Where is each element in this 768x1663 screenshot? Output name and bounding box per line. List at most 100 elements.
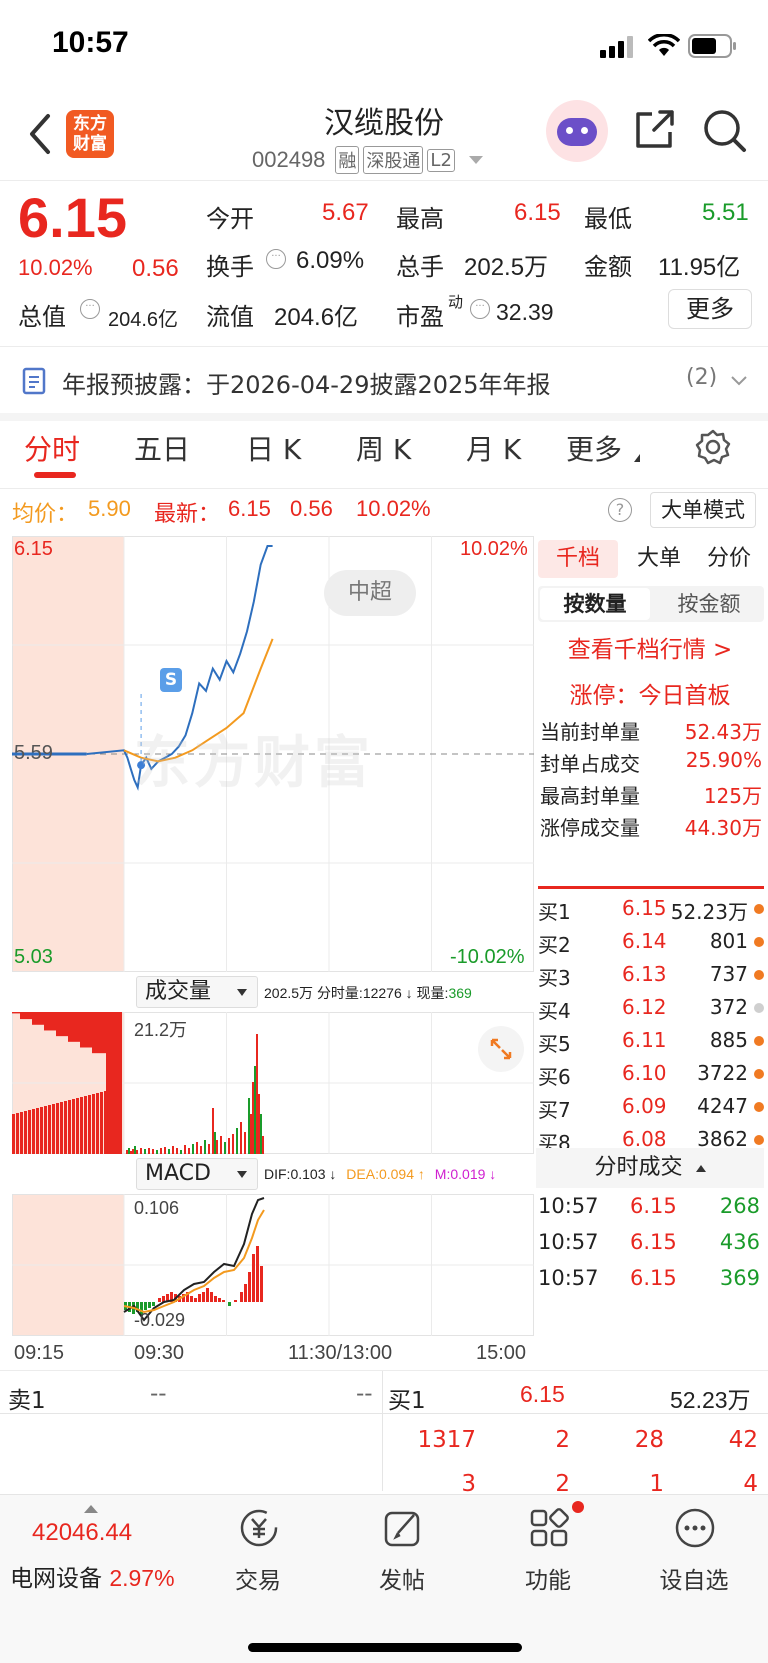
bid-price: 6.08 bbox=[622, 1127, 667, 1148]
bid-row[interactable]: 买2 6.14 801 bbox=[536, 925, 764, 958]
macd-histogram-bar bbox=[256, 1246, 259, 1302]
more-caret-icon bbox=[634, 454, 640, 462]
tick-volume: 268 bbox=[719, 1194, 760, 1218]
volume-bar bbox=[20, 1112, 23, 1154]
limit-stat-value: 25.90% bbox=[685, 748, 762, 772]
tick-trades-header[interactable]: 分时成交 bbox=[536, 1148, 764, 1188]
info-dots-icon[interactable]: ··· bbox=[470, 299, 490, 319]
notice-text: 年报预披露：于2026-04-29披露2025年年报 bbox=[62, 371, 551, 399]
volume-bar bbox=[248, 1098, 250, 1154]
tab-more[interactable]: 更多 bbox=[566, 428, 622, 468]
limit-stat-row: 封单占成交 25.90% bbox=[540, 744, 762, 776]
subtab-by-amount[interactable]: 按金额 bbox=[654, 588, 764, 620]
subtab-by-quantity[interactable]: 按数量 bbox=[540, 588, 650, 620]
tab-price-dist[interactable]: 分价 bbox=[694, 540, 764, 578]
more-button[interactable]: 更多 bbox=[668, 289, 752, 329]
big-order-mode-button[interactable]: 大单模式 bbox=[650, 492, 756, 528]
view-depth-link[interactable]: 查看千档行情 > bbox=[536, 630, 764, 664]
volume-chart[interactable] bbox=[12, 1012, 534, 1154]
macd-indicator-select[interactable]: MACD bbox=[136, 1158, 258, 1190]
notice-bar[interactable]: 年报预披露：于2026-04-29披露2025年年报 (2) bbox=[0, 347, 768, 413]
macd-histogram-bar bbox=[222, 1300, 225, 1302]
macd-histogram-bar bbox=[144, 1302, 147, 1310]
avg-label: 均价： bbox=[12, 502, 79, 527]
macd-histogram-bar bbox=[158, 1298, 161, 1302]
bid1-volume: 52.23万 bbox=[670, 1387, 751, 1413]
caret-down-icon bbox=[237, 1171, 247, 1178]
help-icon[interactable]: ? bbox=[608, 498, 632, 522]
volume-stats: 202.5万 分时量:12276 ↓ 现量:369 bbox=[264, 985, 472, 1001]
volume-indicator-select[interactable]: 成交量 bbox=[136, 976, 258, 1008]
macd-histogram-bar bbox=[198, 1294, 201, 1302]
amount-label: 金额 bbox=[584, 253, 632, 281]
volume-bar bbox=[192, 1144, 194, 1154]
caret-down-icon bbox=[237, 989, 247, 996]
edit-icon bbox=[384, 1511, 420, 1547]
bid-row[interactable]: 买8 6.08 3862 bbox=[536, 1123, 764, 1148]
badge-margin: 融 bbox=[335, 146, 360, 174]
bid-row[interactable]: 买5 6.11 885 bbox=[536, 1024, 764, 1057]
macd-stats: DIF:0.103 ↓ DEA:0.094 ↑ M:0.019 ↓ bbox=[264, 1166, 497, 1182]
dropdown-caret-icon[interactable] bbox=[468, 156, 483, 164]
volume-bar bbox=[130, 1151, 132, 1154]
macd-histogram-bar bbox=[202, 1292, 205, 1302]
limit-stat-label: 封单占成交 bbox=[540, 752, 640, 776]
volume-bar bbox=[212, 1108, 214, 1154]
volume-bar bbox=[220, 1136, 222, 1154]
bid-row[interactable]: 买4 6.12 372 bbox=[536, 991, 764, 1024]
bottom-nav: 42046.44 电网设备 2.97% 交易 发帖 功能 设自选 bbox=[0, 1494, 768, 1663]
volume-bar bbox=[250, 1114, 252, 1154]
bid-row[interactable]: 买3 6.13 737 bbox=[536, 958, 764, 991]
tab-big-order[interactable]: 大单 bbox=[626, 540, 692, 578]
wifi-icon bbox=[648, 34, 680, 56]
bid1-price: 6.15 bbox=[520, 1381, 565, 1407]
volume-bar bbox=[204, 1140, 206, 1154]
volume-bar bbox=[200, 1146, 202, 1154]
share-icon[interactable] bbox=[632, 108, 676, 152]
tick-price: 6.15 bbox=[630, 1230, 677, 1254]
volume-bar bbox=[262, 1136, 264, 1154]
search-icon[interactable] bbox=[702, 108, 748, 154]
index-name[interactable]: 电网设备 2.97% bbox=[10, 1559, 175, 1593]
tab-five-day[interactable]: 五日 bbox=[134, 428, 190, 468]
info-dots-icon[interactable]: ··· bbox=[80, 299, 100, 319]
book-divider bbox=[538, 886, 764, 889]
bid-row[interactable]: 买6 6.10 3722 bbox=[536, 1057, 764, 1090]
tab-weekly-k[interactable]: 周 K bbox=[356, 428, 411, 468]
volume-bar bbox=[106, 1012, 122, 1154]
bid-row[interactable]: 买7 6.09 4247 bbox=[536, 1090, 764, 1123]
volume-bar bbox=[96, 1093, 99, 1154]
volume-bar bbox=[88, 1095, 91, 1154]
volume-bar bbox=[144, 1149, 146, 1154]
macd-histogram-bar bbox=[148, 1302, 151, 1308]
tick-price: 6.15 bbox=[630, 1194, 677, 1218]
bottom-order-book: 卖1 -- -- 买1 6.15 52.23万 1317 2 28 42 3214 bbox=[0, 1371, 768, 1497]
volume-bar bbox=[12, 1012, 20, 1014]
sector-tag[interactable]: 中超 bbox=[324, 570, 416, 616]
macd-histogram-bar bbox=[228, 1302, 231, 1306]
avg-value: 5.90 bbox=[88, 496, 131, 521]
signal-marker[interactable]: S bbox=[160, 668, 182, 692]
bid-price: 6.11 bbox=[622, 1028, 667, 1052]
gear-icon[interactable] bbox=[694, 428, 732, 466]
macd-chart[interactable] bbox=[12, 1194, 534, 1336]
notification-dot bbox=[572, 1501, 584, 1513]
robot-avatar[interactable] bbox=[546, 100, 608, 162]
high-label: 最高 bbox=[396, 205, 444, 233]
tab-intraday[interactable]: 分时 bbox=[24, 428, 80, 468]
volume-bar bbox=[48, 1105, 51, 1154]
bid-row[interactable]: 买1 6.15 52.23万 bbox=[536, 892, 764, 925]
side-tabs: 千档 大单 分价 bbox=[536, 536, 764, 580]
index-value[interactable]: 42046.44 bbox=[32, 1519, 132, 1547]
volume-bar bbox=[252, 1082, 254, 1154]
bid1-label: 买1 bbox=[388, 1388, 426, 1414]
volume-bar bbox=[126, 1150, 128, 1154]
tab-daily-k[interactable]: 日 K bbox=[246, 428, 301, 468]
home-indicator bbox=[248, 1643, 522, 1652]
tab-monthly-k[interactable]: 月 K bbox=[466, 428, 521, 468]
info-dots-icon[interactable]: ··· bbox=[266, 249, 286, 269]
tab-thousand-level[interactable]: 千档 bbox=[538, 540, 618, 578]
volume-bar bbox=[258, 1094, 260, 1154]
volume-bar bbox=[140, 1148, 142, 1154]
expand-icon[interactable] bbox=[478, 1026, 524, 1072]
